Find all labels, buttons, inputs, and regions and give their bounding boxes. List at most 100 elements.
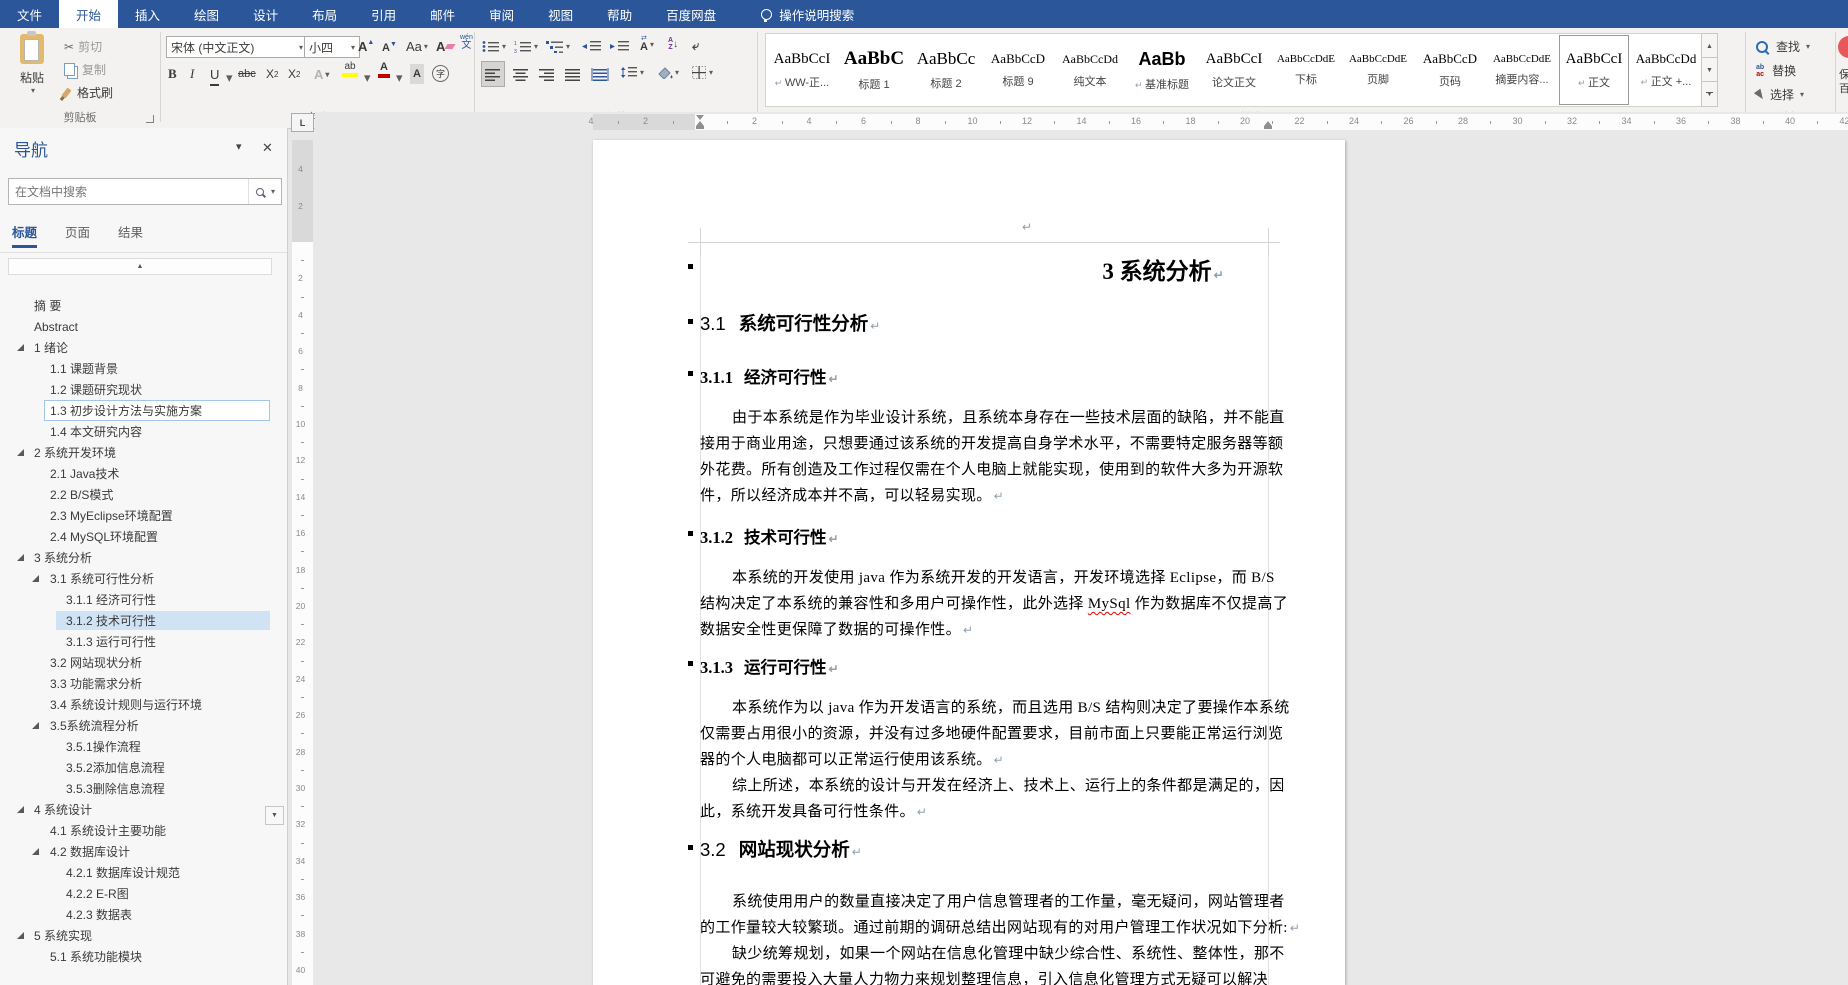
borders-button[interactable]: ▾ — [692, 62, 713, 82]
nav-item[interactable]: 2.1 Java技术 — [0, 463, 287, 484]
nav-item[interactable]: 3.5.1操作流程 — [0, 736, 287, 757]
doc-heading3[interactable]: 3.1.1经济可行性↵ — [700, 364, 839, 388]
nav-item[interactable]: 1.3 初步设计方法与实施方案 — [0, 400, 287, 421]
replace-button[interactable]: abac 替换 — [1756, 62, 1796, 79]
nav-item[interactable]: 4.2.1 数据库设计规范 — [0, 862, 287, 883]
nav-item[interactable]: 3.2 网站现状分析 — [0, 652, 287, 673]
nav-item[interactable]: 摘 要 — [0, 295, 287, 316]
nav-item[interactable]: 1.4 本文研究内容 — [0, 421, 287, 442]
doc-heading1[interactable]: 3 系统分析↵ — [893, 252, 1433, 286]
doc-heading2[interactable]: 3.2网站现状分析↵ — [700, 836, 862, 862]
enclose-characters-button[interactable]: 字 — [432, 63, 449, 83]
cut-button[interactable]: ✂ 剪切 — [64, 38, 102, 55]
style-item-基准标题[interactable]: AaBb↵ 基准标题 — [1126, 34, 1198, 106]
doc-heading3[interactable]: 3.1.2技术可行性↵ — [700, 524, 839, 548]
tell-me-assist[interactable]: 操作说明搜索 — [761, 0, 854, 28]
style-item-纯文本[interactable]: AaBbCcDd纯文本 — [1054, 34, 1126, 106]
find-button[interactable]: 查找 ▾ — [1756, 38, 1810, 55]
left-indent-marker[interactable] — [696, 126, 704, 129]
scroll-down-button[interactable]: ▼ — [265, 806, 284, 825]
tab-selector-box[interactable]: L — [291, 113, 314, 132]
style-item-正文 +...[interactable]: AaBbCcDd↵ 正文 +... — [1630, 34, 1702, 106]
clipboard-dialog-launcher[interactable] — [146, 115, 154, 123]
nav-item[interactable]: 3.3 功能需求分析 — [0, 673, 287, 694]
style-item-页码[interactable]: AaBbCcD页码 — [1414, 34, 1486, 106]
multilevel-list-button[interactable]: ▾ — [546, 36, 570, 56]
nav-item[interactable]: 5.1 系统功能模块 — [0, 946, 287, 967]
style-item-正文[interactable]: AaBbCcI↵ 正文 — [1558, 34, 1630, 106]
tab-邮件[interactable]: 邮件 — [413, 0, 472, 28]
subscript-button[interactable]: X2 — [266, 64, 278, 84]
character-shading-button[interactable]: A — [410, 64, 424, 84]
styles-scroll-down[interactable]: ▼ — [1701, 57, 1718, 83]
italic-button[interactable]: I — [190, 64, 194, 84]
nav-item[interactable]: 2.3 MyEclipse环境配置 — [0, 505, 287, 526]
doc-text-line[interactable]: 的工作量较大较繁琐。通过前期的调研总结出网站现有的对用户管理工作状况如下分析:↵ — [700, 916, 1278, 937]
style-item-论文正文[interactable]: AaBbCcI论文正文 — [1198, 34, 1270, 106]
nav-item[interactable]: 1.1 课题背景 — [0, 358, 287, 379]
character-scaling-button[interactable]: ⇄A▾ — [640, 34, 654, 54]
show-hide-marks-button[interactable]: ⤶ — [692, 36, 699, 56]
nav-tab-headings[interactable]: 标题 — [12, 222, 37, 248]
underline-dropdown[interactable]: ▾ — [226, 68, 233, 88]
align-right-button[interactable] — [536, 62, 558, 86]
shrink-font-button[interactable]: A▼ — [382, 38, 397, 58]
nav-tab-pages[interactable]: 页面 — [65, 222, 90, 248]
text-effects-button[interactable]: A▾ — [314, 64, 329, 84]
style-item-页脚[interactable]: AaBbCcDdE页脚 — [1342, 34, 1414, 106]
font-size-combobox[interactable]: 小四▾ — [304, 36, 360, 58]
nav-item[interactable]: 2.4 MySQL环境配置 — [0, 526, 287, 547]
doc-text-line[interactable]: 本系统作为以 java 作为开发语言的系统，而且选用 B/S 结构则决定了要操作… — [732, 696, 1310, 717]
doc-text-line[interactable]: 本系统的开发使用 java 作为系统开发的开发语言，开发环境选择 Eclipse… — [732, 566, 1310, 587]
nav-options-dropdown[interactable]: ▾ — [236, 140, 242, 153]
style-item-标题 1[interactable]: AaBbC标题 1 — [838, 34, 910, 106]
underline-button[interactable]: U — [210, 64, 219, 86]
nav-item[interactable]: 3.1.2 技术可行性 — [0, 610, 287, 631]
doc-text-line[interactable]: 外花费。所有创造及工作过程仅需在个人电脑上就能实现，使用到的软件大多为开源软 — [700, 458, 1278, 479]
nav-search-box[interactable]: 在文档中搜索 ▾ — [8, 178, 282, 205]
nav-item[interactable]: 3.4 系统设计规则与运行环境 — [0, 694, 287, 715]
nav-item[interactable]: 3.5.3删除信息流程 — [0, 778, 287, 799]
nav-item[interactable]: 2 系统开发环境 — [0, 442, 287, 463]
styles-more-button[interactable]: ▼ — [1701, 81, 1718, 107]
nav-item[interactable]: 4.2.2 E-R图 — [0, 883, 287, 904]
tab-设计[interactable]: 设计 — [236, 0, 295, 28]
doc-text-line[interactable]: 件，所以经济成本并不高，可以轻易实现。↵ — [700, 484, 1278, 505]
font-color-button[interactable]: A — [378, 62, 390, 82]
tab-文件[interactable]: 文件 — [0, 0, 59, 28]
nav-item[interactable]: 3.1 系统可行性分析 — [0, 568, 287, 589]
numbering-button[interactable]: 13▾ — [514, 36, 538, 56]
doc-text-line[interactable]: 由于本系统是作为毕业设计系统，且系统本身存在一些技术层面的缺陷，并不能直 — [732, 406, 1310, 427]
style-item-WW-正...[interactable]: AaBbCcI↵ WW-正... — [766, 34, 838, 106]
close-icon[interactable]: ✕ — [262, 140, 273, 156]
nav-item[interactable]: 3.1.3 运行可行性 — [0, 631, 287, 652]
tab-视图[interactable]: 视图 — [531, 0, 590, 28]
style-item-摘要内容...[interactable]: AaBbCcDdE摘要内容... — [1486, 34, 1558, 106]
align-left-button[interactable] — [482, 62, 504, 86]
doc-heading2[interactable]: 3.1系统可行性分析↵ — [700, 310, 880, 336]
bold-button[interactable]: B — [168, 64, 177, 84]
sort-button[interactable]: AZ↓ — [668, 34, 678, 54]
nav-item[interactable]: 3.5系统流程分析 — [0, 715, 287, 736]
nav-item[interactable]: Abstract — [0, 316, 287, 337]
doc-text-line[interactable]: 此，系统开发具备可行性条件。↵ — [700, 800, 1278, 821]
document-page[interactable]: ↵ 3 系统分析↵3.1系统可行性分析↵3.1.1经济可行性↵由于本系统是作为毕… — [593, 140, 1345, 985]
line-spacing-button[interactable]: ▾ — [620, 62, 644, 82]
doc-heading3[interactable]: 3.1.3运行可行性↵ — [700, 654, 839, 678]
nav-item[interactable]: 5 系统实现 — [0, 925, 287, 946]
nav-item[interactable]: 4.2.3 数据表 — [0, 904, 287, 925]
decrease-indent-button[interactable] — [582, 36, 601, 56]
doc-text-line[interactable]: 接用于商业用途，只想要通过该系统的开发提高自身学术水平，不需要特定服务器等额 — [700, 432, 1278, 453]
styles-scroll-up[interactable]: ▲ — [1701, 33, 1718, 59]
doc-text-line[interactable]: 结构决定了本系统的兼容性和多用户可操作性，此外选择 MySql 作为数据库不仅提… — [700, 592, 1278, 613]
doc-text-line[interactable]: 缺少统筹规划，如果一个网站在信息化管理中缺少综合性、系统性、整体性，那不 — [732, 942, 1310, 963]
horizontal-ruler[interactable]: 4224681012141618202224262830323436384042 — [315, 112, 1848, 132]
vertical-ruler[interactable]: 42246810121416182022242628303234363840 — [290, 132, 315, 985]
first-line-indent-marker[interactable] — [696, 115, 704, 120]
strikethrough-button[interactable]: abc — [238, 64, 256, 84]
nav-tab-results[interactable]: 结果 — [118, 222, 143, 248]
doc-text-line[interactable]: 器的个人电脑都可以正常运行使用该系统。↵ — [700, 748, 1278, 769]
style-item-下标[interactable]: AaBbCcDdE下标 — [1270, 34, 1342, 106]
doc-text-line[interactable]: 数据安全性更保障了数据的可操作性。↵ — [700, 618, 1278, 639]
tab-引用[interactable]: 引用 — [354, 0, 413, 28]
